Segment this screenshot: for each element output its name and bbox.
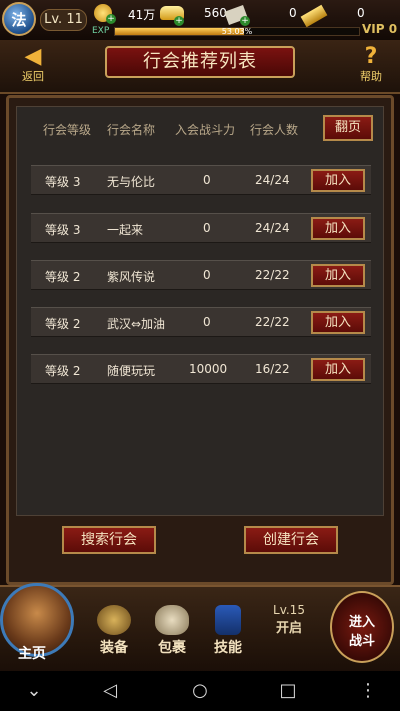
row-power: 10000	[189, 362, 228, 376]
bag-icon	[155, 605, 189, 635]
column-header-power: 入会战斗力	[175, 123, 236, 137]
row-guild-name: 无与伦比	[107, 175, 156, 189]
join-button[interactable]: 加入	[311, 311, 365, 334]
status-bar: 法 Lv. 11 + 41万 + 560 + 0 0 EXP 53.03% VI…	[0, 0, 400, 41]
row-members: 22/22	[255, 315, 290, 329]
row-members: 16/22	[255, 362, 290, 376]
column-header-name: 行会名称	[107, 123, 156, 137]
bars-value: 0	[357, 6, 365, 20]
add-ticket-icon[interactable]: +	[240, 16, 250, 26]
row-level: 等级 2	[45, 364, 81, 378]
vip-level[interactable]: VIP 0	[362, 22, 397, 36]
player-avatar[interactable]: 法	[2, 2, 36, 36]
lv15-unlock-label: 开启	[275, 621, 302, 636]
row-level: 等级 2	[45, 317, 81, 331]
ring-icon	[97, 605, 131, 635]
row-power: 0	[203, 268, 211, 282]
tickets-value: 0	[289, 6, 297, 20]
bag-button[interactable]: 包裹	[146, 605, 198, 665]
guild-list-panel: 行会等级 行会名称 入会战斗力 行会人数 翻页 等级 3 无与伦比 0 24/2…	[16, 106, 384, 516]
more-vertical-icon[interactable]: ⋮	[356, 679, 380, 703]
recents-square-icon[interactable]: □	[276, 679, 300, 703]
add-coins-icon[interactable]: +	[106, 14, 116, 24]
battle-label-line1: 进入	[348, 615, 375, 630]
join-button[interactable]: 加入	[311, 217, 365, 240]
gold-bar-icon	[300, 4, 328, 28]
row-guild-name: 紫风传说	[107, 270, 156, 284]
player-level: Lv. 11	[40, 9, 87, 31]
lv15-requirement: Lv.15	[273, 603, 305, 617]
home-circle-icon[interactable]: ○	[188, 679, 212, 703]
page-header: ◀ 返回 行会推荐列表 ? 帮助	[0, 40, 400, 94]
battle-label-line2: 战斗	[348, 634, 375, 649]
exp-progress-bar: 53.03%	[114, 27, 360, 36]
chevron-down-icon[interactable]: ⌄	[22, 679, 46, 703]
exp-percent: 53.03%	[221, 27, 253, 36]
table-row: 等级 3 一起来 0 24/24 加入	[31, 213, 371, 243]
column-header-level: 行会等级	[43, 123, 92, 137]
help-button[interactable]: ? 帮助	[348, 46, 394, 86]
page-title: 行会推荐列表	[105, 46, 295, 78]
back-triangle-icon[interactable]: ◁	[98, 679, 122, 703]
equipment-button[interactable]: 装备	[88, 605, 140, 665]
class-glyph: 法	[11, 10, 27, 29]
gold-value: 560	[204, 6, 227, 20]
row-power: 0	[203, 221, 211, 235]
row-members: 22/22	[255, 268, 290, 282]
help-label: 帮助	[360, 70, 382, 83]
system-nav-bar: ⌄ ◁ ○ □ ⋮	[0, 671, 400, 711]
coins-value: 41万	[128, 8, 156, 22]
skill-book-icon	[215, 605, 241, 635]
add-gold-icon[interactable]: +	[174, 16, 184, 26]
row-level: 等级 3	[45, 175, 81, 189]
back-arrow-icon: ◀	[24, 44, 42, 69]
bag-label: 包裹	[158, 640, 186, 656]
column-header-members: 行会人数	[250, 123, 299, 137]
game-nav-bar: 主页 装备 包裹 技能 Lv.15 开启 进入 战斗	[0, 583, 400, 673]
equipment-label: 装备	[100, 640, 128, 656]
back-button[interactable]: ◀ 返回	[8, 46, 58, 86]
row-members: 24/24	[255, 221, 290, 235]
row-members: 24/24	[255, 173, 290, 187]
question-mark-icon: ?	[364, 44, 378, 69]
enter-battle-button[interactable]: 进入 战斗	[330, 591, 394, 663]
row-level: 等级 2	[45, 270, 81, 284]
table-row: 等级 3 无与伦比 0 24/24 加入	[31, 165, 371, 195]
exp-label: EXP	[92, 26, 110, 36]
join-button[interactable]: 加入	[311, 358, 365, 381]
table-row: 等级 2 紫风传说 0 22/22 加入	[31, 260, 371, 290]
back-label: 返回	[22, 70, 44, 83]
row-power: 0	[203, 173, 211, 187]
create-guild-button[interactable]: 创建行会	[244, 526, 338, 554]
page-flip-button[interactable]: 翻页	[323, 115, 373, 141]
join-button[interactable]: 加入	[311, 264, 365, 287]
table-row: 等级 2 随便玩玩 10000 16/22 加入	[31, 354, 371, 384]
row-power: 0	[203, 315, 211, 329]
skill-label: 技能	[214, 640, 242, 656]
table-header: 行会等级 行会名称 入会战斗力 行会人数 翻页	[17, 107, 383, 151]
search-guild-button[interactable]: 搜索行会	[62, 526, 156, 554]
home-label: 主页	[18, 646, 46, 662]
row-guild-name: 一起来	[107, 223, 144, 237]
row-guild-name: 武汉⇔加油	[107, 317, 166, 331]
row-level: 等级 3	[45, 223, 81, 237]
table-row: 等级 2 武汉⇔加油 0 22/22 加入	[31, 307, 371, 337]
join-button[interactable]: 加入	[311, 169, 365, 192]
locked-feature[interactable]: Lv.15 开启	[266, 603, 312, 636]
row-guild-name: 随便玩玩	[107, 364, 156, 378]
skill-button[interactable]: 技能	[202, 605, 254, 665]
